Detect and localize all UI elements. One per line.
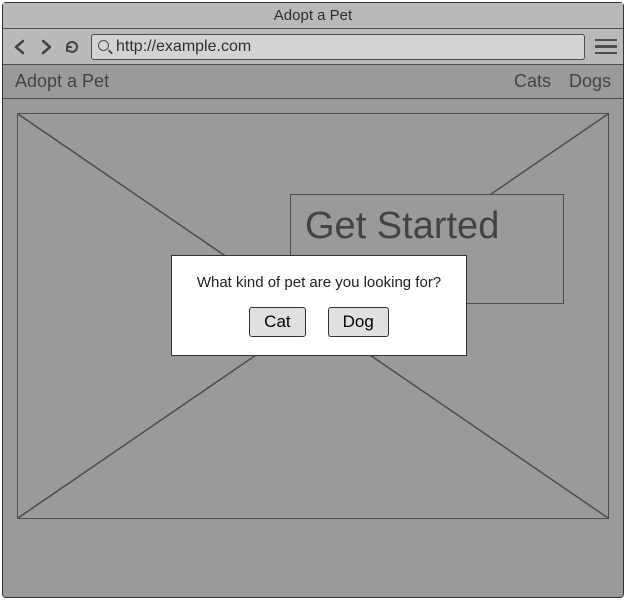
browser-window: Adopt a Pet Adopt a Pet Cats Dogs bbox=[2, 2, 624, 598]
choose-cat-button[interactable]: Cat bbox=[249, 307, 305, 337]
choose-dog-button[interactable]: Dog bbox=[328, 307, 389, 337]
dialog-prompt: What kind of pet are you looking for? bbox=[186, 274, 452, 291]
pet-type-dialog: What kind of pet are you looking for? Ca… bbox=[171, 255, 467, 356]
dialog-buttons: Cat Dog bbox=[186, 307, 452, 337]
